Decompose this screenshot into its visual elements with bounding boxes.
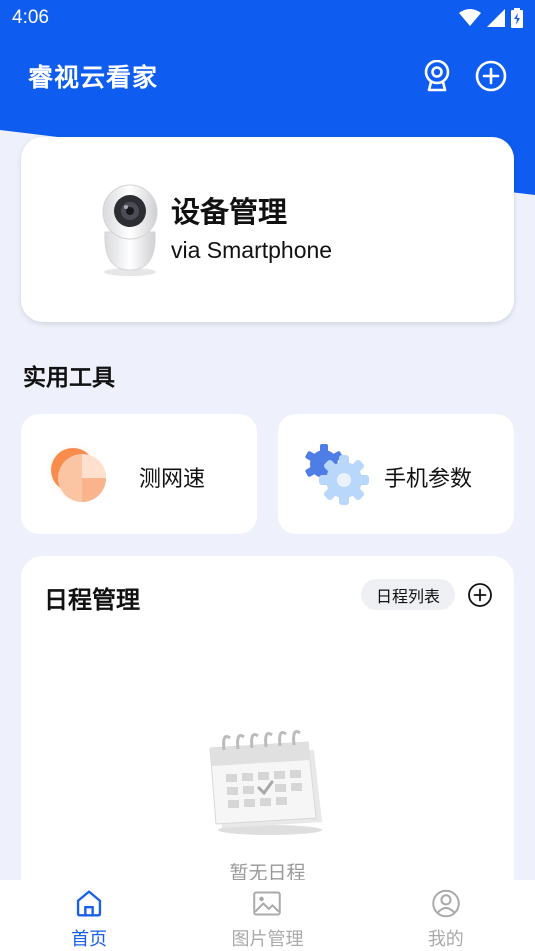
tools-section-title: 实用工具 [23, 365, 115, 391]
nav-label-home: 首页 [71, 929, 108, 950]
camera-device-icon [102, 184, 158, 276]
image-icon [253, 891, 282, 916]
add-schedule-icon[interactable] [467, 582, 493, 608]
signal-icon [487, 9, 505, 27]
gear-icon [305, 444, 369, 505]
nav-label-profile: 我的 [427, 929, 464, 950]
nav-item-home[interactable]: 首页 [0, 880, 178, 951]
phone-params-label: 手机参数 [384, 467, 473, 492]
nav-label-images: 图片管理 [231, 929, 304, 950]
schedule-list-button[interactable]: 日程列表 [361, 579, 455, 610]
device-card-title: 设备管理 [171, 195, 288, 229]
home-icon [77, 890, 102, 917]
device-card-text: 设备管理 via Smartphone [171, 189, 332, 264]
device-card-subtitle: via Smartphone [171, 237, 333, 263]
app-title: 睿视云看家 [28, 63, 159, 92]
nav-item-images[interactable]: 图片管理 [178, 880, 356, 951]
speedometer-icon [45, 442, 106, 502]
add-device-button[interactable] [475, 60, 507, 92]
device-management-card[interactable]: 设备管理 via Smartphone [21, 137, 514, 322]
user-icon [432, 889, 460, 918]
speed-test-label: 测网速 [139, 467, 206, 492]
wifi-icon [459, 9, 481, 26]
header-actions [421, 60, 507, 92]
camera-button[interactable] [421, 60, 453, 92]
webcam-icon [424, 60, 450, 92]
status-icons [459, 8, 523, 28]
bottom-nav: 首页 图片管理 我的 [0, 880, 535, 951]
schedule-card: 日程管理 日程列表 暂无日程 [21, 556, 514, 896]
plus-circle-icon [475, 60, 507, 92]
app-header: 睿视云看家 [0, 50, 535, 102]
phone-params-card[interactable]: 手机参数 [278, 414, 514, 534]
calendar-icon [209, 730, 322, 835]
schedule-title: 日程管理 [44, 586, 140, 614]
status-bar: 4:06 [0, 0, 535, 36]
status-time: 4:06 [12, 7, 49, 28]
battery-icon [511, 8, 523, 28]
nav-item-profile[interactable]: 我的 [357, 880, 535, 951]
speed-test-card[interactable]: 测网速 [21, 414, 257, 534]
